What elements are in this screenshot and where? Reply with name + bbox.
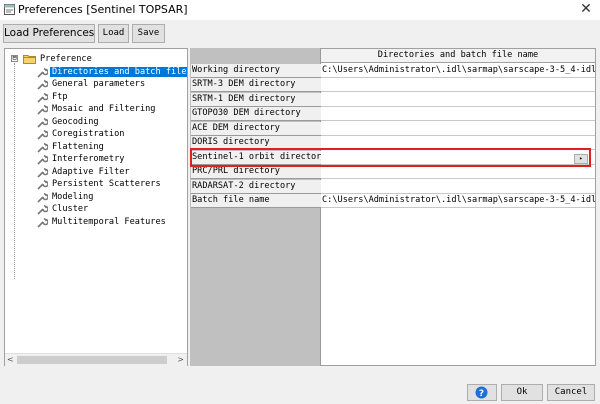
tree-item-label: Flattening xyxy=(52,142,104,152)
wrench-icon xyxy=(37,142,48,153)
tree-item-modeling[interactable]: Modeling xyxy=(50,191,95,203)
tree-item-coregistration[interactable]: Coregistration xyxy=(50,128,126,140)
grid-row-label: SRTM-3 DEM directory xyxy=(191,78,321,92)
tree-item-label: Geocoding xyxy=(52,117,99,127)
wrench-icon xyxy=(37,92,48,103)
gtopo30-dem-directory-field[interactable] xyxy=(321,107,595,121)
tree-item-cluster[interactable]: Cluster xyxy=(50,203,90,215)
tree-item-directories[interactable]: Directories and batch file xyxy=(50,66,187,78)
load-preferences-button[interactable]: Load Preferences xyxy=(3,24,95,43)
tree-item-label: Mosaic and Filtering xyxy=(52,104,156,114)
tree-item-label: General parameters xyxy=(52,79,146,89)
preference-tree[interactable]: ⊟ Preference Directories and batch file … xyxy=(4,48,188,366)
tree-item-persistent-scatterers[interactable]: Persistent Scatterers xyxy=(50,178,163,190)
grid-row-label: ACE DEM directory xyxy=(191,122,321,136)
close-button[interactable]: ✕ xyxy=(572,0,600,20)
wrench-icon xyxy=(37,204,48,215)
working-directory-field[interactable]: C:\Users\Administrator\.idl\sarmap\sarsc… xyxy=(321,64,595,78)
svg-text:?: ? xyxy=(479,389,484,399)
tree-item-label: Persistent Scatterers xyxy=(52,179,161,189)
grid-row-label: GTOPO30 DEM directory xyxy=(191,107,321,121)
grid-row-label: Batch file name xyxy=(191,194,321,208)
wrench-icon xyxy=(37,79,48,90)
scroll-right-arrow-icon[interactable]: > xyxy=(177,355,184,364)
window-title: Preferences [Sentinel TOPSAR] xyxy=(18,3,188,16)
title-bar: Preferences [Sentinel TOPSAR] ✕ xyxy=(0,0,600,20)
wrench-icon xyxy=(37,192,48,203)
wrench-icon xyxy=(37,67,48,78)
tree-item-label: Interferometry xyxy=(52,154,125,164)
batch-file-name-field[interactable]: C:\Users\Administrator\.idl\sarmap\sarsc… xyxy=(321,194,595,208)
cancel-button[interactable]: Cancel xyxy=(547,384,595,401)
load-button[interactable]: Load xyxy=(98,24,129,43)
radarsat2-directory-field[interactable] xyxy=(321,180,595,194)
wrench-icon xyxy=(37,179,48,190)
grid-row-label: PRC/PRL directory xyxy=(191,165,321,179)
wrench-icon xyxy=(37,117,48,128)
collapse-icon[interactable]: ⊟ xyxy=(11,55,18,62)
tree-item-general-parameters[interactable]: General parameters xyxy=(50,78,147,90)
tree-item-label: Coregistration xyxy=(52,129,125,139)
tree-item-flattening[interactable]: Flattening xyxy=(50,141,106,153)
app-window-icon xyxy=(4,4,15,15)
tree-item-label: Directories and batch file xyxy=(50,67,187,77)
scroll-left-arrow-icon[interactable]: < xyxy=(7,355,14,364)
grid-column-header: Directories and batch file name xyxy=(321,49,595,63)
wrench-icon xyxy=(37,129,48,140)
tree-item-ftp[interactable]: Ftp xyxy=(50,91,70,103)
grid-row-label: Working directory xyxy=(191,64,321,78)
wrench-icon xyxy=(37,104,48,115)
tree-horizontal-scrollbar[interactable]: < > xyxy=(5,353,187,366)
highlight-annotation xyxy=(190,148,591,167)
wrench-icon xyxy=(37,217,48,228)
tree-item-label: Adaptive Filter xyxy=(52,167,130,177)
tree-item-multitemporal-features[interactable]: Multitemporal Features xyxy=(50,216,168,228)
tree-item-geocoding[interactable]: Geocoding xyxy=(50,116,101,128)
tree-item-label: Cluster xyxy=(52,204,89,214)
tree-root-preference[interactable]: Preference xyxy=(38,53,94,65)
srtm1-dem-directory-field[interactable] xyxy=(321,93,595,107)
wrench-icon xyxy=(37,154,48,165)
tree-item-interferometry[interactable]: Interferometry xyxy=(50,153,126,165)
grid-row-label: SRTM-1 DEM directory xyxy=(191,93,321,107)
prc-prl-directory-field[interactable] xyxy=(321,165,595,179)
tree-connector xyxy=(14,63,15,279)
ok-button[interactable]: Ok xyxy=(501,384,543,401)
srtm3-dem-directory-field[interactable] xyxy=(321,78,595,92)
help-icon: ? xyxy=(475,386,488,399)
wrench-icon xyxy=(37,167,48,178)
scroll-thumb[interactable] xyxy=(17,356,167,364)
ace-dem-directory-field[interactable] xyxy=(321,122,595,136)
tree-item-label: Ftp xyxy=(52,92,68,102)
tree-item-mosaic-filtering[interactable]: Mosaic and Filtering xyxy=(50,103,157,115)
tree-root-label: Preference xyxy=(40,54,92,64)
grid-row-label: RADARSAT-2 directory xyxy=(191,180,321,194)
tree-item-label: Modeling xyxy=(52,192,94,202)
save-button[interactable]: Save xyxy=(132,24,165,43)
tree-item-label: Multitemporal Features xyxy=(52,217,166,227)
tree-item-adaptive-filter[interactable]: Adaptive Filter xyxy=(50,166,132,178)
folder-icon xyxy=(23,55,36,64)
